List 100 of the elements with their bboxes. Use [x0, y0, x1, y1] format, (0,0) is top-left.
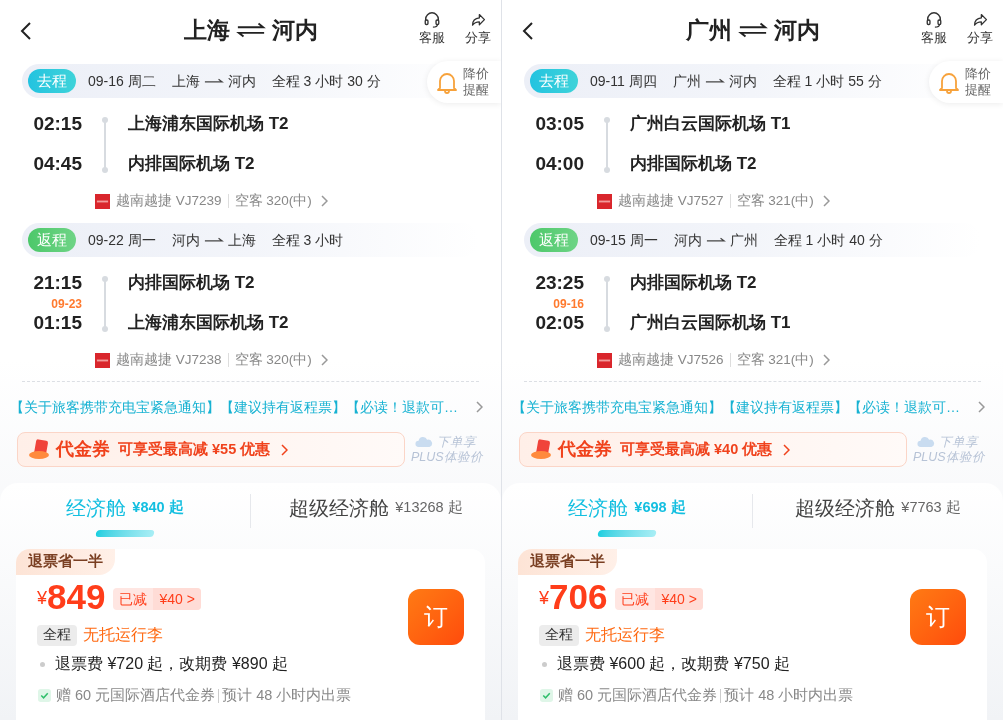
leg-tag: 返程 — [28, 228, 76, 252]
coupon-title: 代金券 — [558, 438, 612, 461]
next-day-date: 09-23 — [51, 298, 82, 310]
alert-label: 降价 — [463, 66, 489, 82]
chevron-right-icon[interactable] — [319, 354, 328, 366]
arrival-airport: 上海浦东国际机场 T2 — [128, 312, 289, 335]
chevron-right-icon[interactable] — [977, 401, 985, 413]
cloud-icon — [917, 436, 935, 448]
alert-label: 提醒 — [463, 82, 489, 98]
coupon-text: 可享受最高减 ¥40 优惠 — [620, 439, 773, 459]
book-button[interactable]: 订 — [910, 589, 966, 645]
timeline-line — [603, 116, 611, 174]
leg-date: 09-16 周二 — [88, 71, 156, 91]
leg-tag: 去程 — [28, 69, 76, 93]
destination-city-title: 河内 — [773, 15, 820, 45]
arrival-airport: 内排国际机场 T2 — [630, 153, 758, 176]
airline-logo — [95, 193, 110, 209]
departure-airport: 上海浦东国际机场 T2 — [128, 113, 289, 136]
chevron-right-icon[interactable] — [319, 195, 328, 207]
leg-date: 09-11 周四 — [590, 71, 657, 91]
alert-label: 降价 — [965, 66, 991, 82]
aircraft-type: 空客 320(中) — [234, 191, 312, 210]
departure-airport: 内排国际机场 T2 — [128, 272, 256, 295]
chevron-right-icon[interactable] — [821, 195, 830, 207]
back-icon[interactable] — [20, 21, 32, 41]
departure-time: 21:15 — [33, 270, 82, 295]
refund-badge: 退票省一半 — [518, 549, 617, 575]
refund-badge: 退票省一半 — [16, 549, 115, 575]
origin-city-title: 上海 — [183, 15, 230, 45]
perk-text: 预计 48 小时内出票 — [222, 686, 352, 705]
chevron-right-icon — [280, 443, 289, 456]
check-icon — [540, 689, 553, 703]
trip-tag: 全程 — [37, 624, 77, 646]
coupon-title: 代金券 — [56, 438, 110, 461]
airline-logo — [597, 352, 612, 368]
cabin-tab[interactable]: 经济舱 ¥840 起 — [0, 483, 250, 539]
coupon-banner[interactable]: 代金券 可享受最高减 ¥40 优惠 — [519, 432, 907, 467]
route-city: 广州 — [672, 71, 701, 91]
arrival-time: 04:00 — [535, 151, 584, 176]
coupon-text: 可享受最高减 ¥55 优惠 — [118, 439, 271, 459]
book-button[interactable]: 订 — [408, 589, 464, 645]
plus-label: PLUS体验价 — [913, 449, 985, 465]
arrival-airport: 内排国际机场 T2 — [128, 153, 256, 176]
notice-link[interactable]: 【关于旅客携带充电宝紧急通知】【建议持有返程票】【必读！退款可… — [10, 396, 458, 418]
cabin-tab[interactable]: 超级经济舱 ¥7763 起 — [753, 483, 1003, 539]
fare-price: 706 — [549, 577, 608, 617]
round-trip-icon — [235, 22, 266, 38]
leg-duration: 全程 1 小时 55 分 — [772, 71, 882, 91]
airline-logo — [597, 193, 612, 209]
departure-airport: 内排国际机场 T2 — [630, 272, 758, 295]
chevron-right-icon[interactable] — [475, 401, 483, 413]
currency-symbol: ¥ — [37, 588, 47, 608]
aircraft-type: 空客 321(中) — [736, 191, 814, 210]
header-action-button[interactable]: 分享 — [465, 10, 491, 46]
check-icon — [38, 689, 51, 703]
route-city: 河内 — [227, 71, 256, 91]
arrival-time: 02:05 — [535, 310, 584, 335]
coupon-banner[interactable]: 代金券 可享受最高减 ¥55 优惠 — [17, 432, 405, 467]
currency-symbol: ¥ — [539, 588, 549, 608]
leg-tag: 去程 — [530, 69, 578, 93]
plus-label: PLUS体验价 — [411, 449, 483, 465]
perk-text: 预计 48 小时内出票 — [724, 686, 854, 705]
flight-number: 越南越捷 VJ7238 — [116, 350, 222, 369]
arrival-time: 04:45 — [33, 151, 82, 176]
back-icon[interactable] — [522, 21, 534, 41]
chevron-right-icon[interactable] — [821, 354, 830, 366]
arrival-airport: 广州白云国际机场 T1 — [630, 312, 791, 335]
departure-time: 03:05 — [535, 111, 584, 136]
perk-text: 赠 60 元国际酒店代金券 — [56, 686, 216, 705]
leg-tag: 返程 — [530, 228, 578, 252]
header-action-button[interactable]: 客服 — [419, 10, 445, 46]
next-day-date: 09-16 — [553, 298, 584, 310]
departure-time: 23:25 — [535, 270, 584, 295]
round-trip-icon — [737, 22, 768, 38]
cabin-tab[interactable]: 超级经济舱 ¥13268 起 — [251, 483, 501, 539]
timeline-line — [101, 275, 109, 333]
headset-icon — [423, 10, 441, 30]
route-city: 上海 — [227, 230, 256, 250]
header-action-button[interactable]: 分享 — [967, 10, 993, 46]
discount-tag[interactable]: 已减 ¥40 > — [113, 588, 201, 610]
price-alert-button[interactable]: 降价 提醒 — [427, 61, 501, 103]
leg-duration: 全程 3 小时 — [271, 230, 344, 250]
aircraft-type: 空客 321(中) — [736, 350, 814, 369]
discount-tag[interactable]: 已减 ¥40 > — [615, 588, 703, 610]
header-action-button[interactable]: 客服 — [921, 10, 947, 46]
timeline-line — [603, 275, 611, 333]
price-alert-button[interactable]: 降价 提醒 — [929, 61, 1003, 103]
route-city: 河内 — [728, 71, 757, 91]
notice-link[interactable]: 【关于旅客携带充电宝紧急通知】【建议持有返程票】【必读！退款可… — [512, 396, 960, 418]
bell-icon — [938, 70, 960, 94]
route-city: 河内 — [673, 230, 702, 250]
flight-number: 越南越捷 VJ7526 — [618, 350, 724, 369]
fare-price: 849 — [47, 577, 106, 617]
leg-date: 09-22 周一 — [88, 230, 156, 250]
cabin-tab[interactable]: 经济舱 ¥698 起 — [502, 483, 752, 539]
route-city: 广州 — [729, 230, 758, 250]
perk-text: 赠 60 元国际酒店代金券 — [558, 686, 718, 705]
leg-duration: 全程 3 小时 30 分 — [271, 71, 381, 91]
baggage-info: 无托运行李 — [83, 625, 163, 645]
destination-city-title: 河内 — [271, 15, 318, 45]
